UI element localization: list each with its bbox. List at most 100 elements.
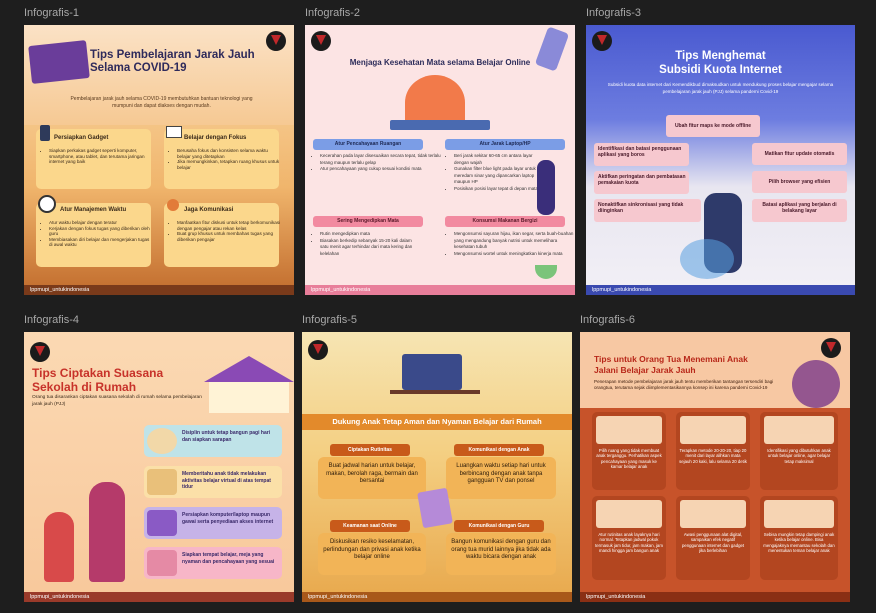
title-line-1: Tips Ciptakan Suasana	[32, 366, 164, 380]
tip-card: Ubah fitur maps ke mode offline	[666, 115, 760, 137]
tip-text: Sebisa mungkin tetap dampingi anak ketik…	[763, 532, 835, 553]
intro-text: Orang tua disarankan ciptakan suasana se…	[32, 395, 202, 407]
frame-label[interactable]: Infografis-5	[302, 314, 357, 326]
infographic-5-frame[interactable]: Dukung Anak Tetap Aman dan Nyaman Belaja…	[302, 332, 572, 602]
card-item: Kerjakan dengan fokus tugas yang diberik…	[49, 226, 153, 237]
section-item: Biasakan berkedip sebanyak 15-20 kali da…	[320, 238, 420, 258]
title-line-1: Tips Pembelajaran Jarak Jauh	[90, 49, 255, 61]
accompany-illustration	[764, 500, 834, 528]
section-title: Atur Pencahayaan Ruangan	[313, 139, 423, 150]
study-needs-illustration	[764, 416, 834, 444]
card-list: Siapkan perkakas gadget seperti komputer…	[40, 148, 153, 165]
tip-card: Persiapkan komputer/laptop maupun gawai …	[144, 507, 282, 539]
card-time-management: Atur Manajemen Waktu Atur waktu belajar …	[36, 195, 153, 267]
frame-label[interactable]: Infografis-3	[586, 7, 641, 19]
tip-card: Nonaktifkan sinkronisasi yang tidak diin…	[594, 199, 701, 222]
title-line-1: Tips untuk Orang Tua Menemani Anak	[594, 354, 748, 364]
box-text: Bangun komunikasi dengan guru dan orang …	[446, 533, 556, 575]
frame-label[interactable]: Infografis-6	[580, 314, 635, 326]
room-illustration	[596, 416, 662, 444]
section-item: Mengonsumsi sayuran hijau, ikan segar, s…	[454, 231, 574, 251]
box-title: Ciptakan Rutinitas	[330, 444, 410, 456]
house-roof	[204, 356, 294, 382]
section-list: Mengonsumsi sayuran hijau, ikan segar, s…	[445, 231, 574, 257]
tip-card: Terapkan metode 20-20-20, tiap 20 menit …	[676, 412, 750, 490]
tip-card: Matikan fitur update otomatis	[752, 143, 847, 165]
infographic-2-frame[interactable]: Menjaga Kesehatan Mata selama Belajar On…	[305, 25, 575, 295]
tip-card: Disiplin untuk tetap bangun pagi hari da…	[144, 425, 282, 457]
frame-label[interactable]: Infografis-4	[24, 314, 79, 326]
breakfast-icon	[147, 428, 177, 454]
intro-text: Pembelajaran jarak jauh selama COVID-19 …	[70, 96, 253, 109]
desk-icon	[147, 550, 177, 576]
title: Menjaga Kesehatan Mata selama Belajar On…	[349, 58, 531, 67]
university-logo	[30, 342, 50, 362]
box-text: Diskusikan resiko keselamatan, perlindun…	[318, 533, 426, 575]
section-item: Atur pencahayaan yang cukup sesuai kondi…	[320, 166, 445, 173]
title-line-2: Selama COVID-19	[90, 62, 187, 74]
title-line-2: Jalani Belajar Jarak Jauh	[594, 364, 696, 375]
card-list: Atur waktu belajar dengan teratur Kerjak…	[40, 220, 153, 248]
university-logo	[308, 340, 328, 360]
section-item: Mengonsumsi wortel untuk meningkatkan ki…	[454, 251, 574, 258]
tip-card: Aktifkan peringatan dan pembatasan pemak…	[594, 171, 689, 194]
phone-icon	[40, 125, 50, 141]
footer-handle: lppmupi_untukindonesia	[24, 285, 294, 295]
card-title: Belajar dengan Fokus	[184, 135, 247, 141]
card-item: Membiasakan diri belajar dan mengerjakan…	[49, 237, 153, 248]
card-item: Buat grup khusus untuk membahas tugas ya…	[177, 231, 281, 242]
infographic-1-frame[interactable]: Tips Pembelajaran Jarak Jauh Selama COVI…	[24, 25, 294, 295]
infographic-6-frame[interactable]: Tips untuk Orang Tua Menemani Anak Jalan…	[580, 332, 850, 602]
tip-text: Siapkan tempat belajar, meja yang nyaman…	[182, 552, 275, 565]
card-list: Berusaha fokus dan konsisten selama wakt…	[168, 148, 281, 170]
card-item: Jika memungkinkan, tetapkan ruang khusus…	[177, 159, 281, 170]
tip-text: Disiplin untuk tetap bangun pagi hari da…	[182, 430, 271, 443]
title: Dukung Anak Tetap Aman dan Nyaman Belaja…	[302, 414, 572, 430]
tip-text: Terapkan metode 20-20-20, tiap 20 menit …	[679, 448, 747, 464]
laptop-illustration	[28, 40, 90, 84]
book-icon	[166, 126, 182, 138]
computer-illustration	[402, 354, 462, 390]
section-title: Sering Mengedipkan Mata	[313, 216, 423, 227]
tip-card: Siapkan tempat belajar, meja yang nyaman…	[144, 547, 282, 579]
chair-illustration	[680, 239, 734, 279]
chat-icon	[167, 199, 179, 211]
box-text: Luangkan waktu setiap hari untuk berbinc…	[446, 457, 556, 499]
card-title: Jaga Komunikasi	[184, 207, 234, 213]
tip-card: Sebisa mungkin tetap dampingi anak ketik…	[760, 496, 838, 580]
box-title: Komunikasi dengan Anak	[454, 444, 544, 456]
tip-card: Awasi penggunaan alat digital, sampaikan…	[676, 496, 750, 580]
infographic-3-frame[interactable]: Tips Menghemat Subsidi Kuota Internet Su…	[586, 25, 855, 295]
card-item: Berusaha fokus dan konsisten selama wakt…	[177, 148, 281, 159]
section-item: Posisikan posisi layar tepat di depan ma…	[454, 186, 542, 193]
frame-label[interactable]: Infografis-2	[305, 7, 360, 19]
card-title: Atur Manajemen Waktu	[60, 207, 127, 213]
tip-text: Atur rutinitas anak layaknya hari normal…	[595, 532, 663, 553]
box-title: Komunikasi dengan Guru	[454, 520, 544, 532]
tip-card: Memberitahu anak tidak melakukan aktivit…	[144, 466, 282, 498]
tip-card: Pilih ruang yang tidak membuat anak terg…	[592, 412, 666, 490]
footer-handle: lppmupi_untukindonesia	[305, 285, 575, 295]
section-item: Beri jarak sekitar 60-65 cm antara layar…	[454, 153, 542, 166]
frame-label[interactable]: Infografis-1	[24, 7, 79, 19]
desk-illustration	[390, 390, 480, 394]
routine-illustration	[596, 500, 662, 528]
tip-card: Batasi aplikasi yang berjalan di belakan…	[752, 199, 847, 222]
bed-icon	[147, 469, 177, 495]
university-logo	[311, 31, 331, 51]
infographic-4-frame[interactable]: Tips Ciptakan Suasana Sekolah di Rumah O…	[24, 332, 294, 602]
section-list: Kecerahan pada layar disesuaikan secara …	[311, 153, 445, 173]
tip-card: Atur rutinitas anak layaknya hari normal…	[592, 496, 666, 580]
footer-handle: lppmupi_untukindonesia	[580, 592, 850, 602]
card-item: Siapkan perkakas gadget seperti komputer…	[49, 148, 153, 165]
footer-handle: lppmupi_untukindonesia	[586, 285, 855, 295]
tip-text: Persiapkan komputer/laptop maupun gawai …	[182, 512, 274, 525]
university-logo	[821, 338, 841, 358]
parent-illustration	[89, 482, 125, 582]
university-logo	[592, 31, 612, 51]
footer-handle: lppmupi_untukindonesia	[24, 592, 294, 602]
tip-text: Awasi penggunaan alat digital, sampaikan…	[681, 532, 745, 553]
desk-illustration	[390, 120, 490, 130]
screen-break-illustration	[680, 416, 746, 444]
title-line-2: Subsidi Kuota Internet	[659, 64, 782, 76]
